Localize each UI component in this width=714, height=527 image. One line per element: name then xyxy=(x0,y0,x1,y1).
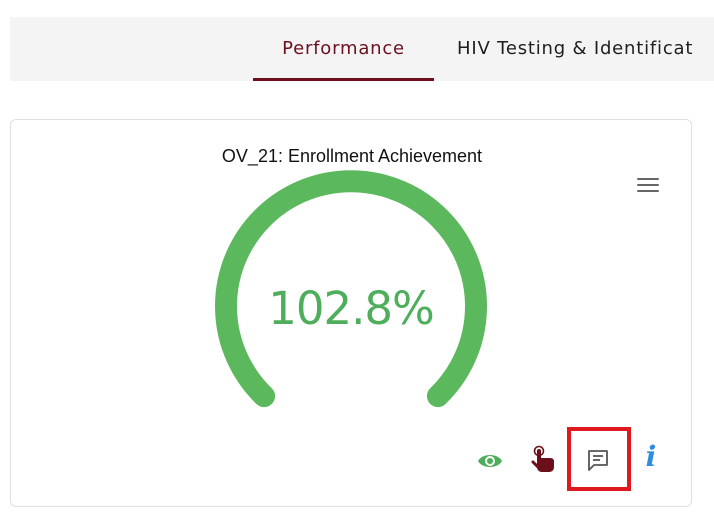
hamburger-menu-icon[interactable] xyxy=(637,178,659,194)
tab-hiv-testing-label: HIV Testing & Identificat xyxy=(457,38,694,59)
tab-hiv-testing[interactable]: HIV Testing & Identificat xyxy=(457,17,693,81)
enrollment-achievement-card: OV_21: Enrollment Achievement 102.8% i xyxy=(10,119,692,507)
dashboard-page: Performance HIV Testing & Identificat OV… xyxy=(0,0,714,527)
eye-icon[interactable] xyxy=(477,451,503,471)
comment-icon[interactable] xyxy=(586,448,610,472)
tab-performance-label: Performance xyxy=(282,38,405,59)
gauge-value: 102.8% xyxy=(268,282,435,335)
tab-bar: Performance HIV Testing & Identificat xyxy=(10,17,714,81)
active-tab-underline xyxy=(253,78,434,81)
info-icon[interactable]: i xyxy=(641,442,661,472)
card-title: OV_21: Enrollment Achievement xyxy=(221,146,483,166)
tab-performance[interactable]: Performance xyxy=(253,17,434,81)
tap-hand-icon[interactable] xyxy=(530,445,556,473)
